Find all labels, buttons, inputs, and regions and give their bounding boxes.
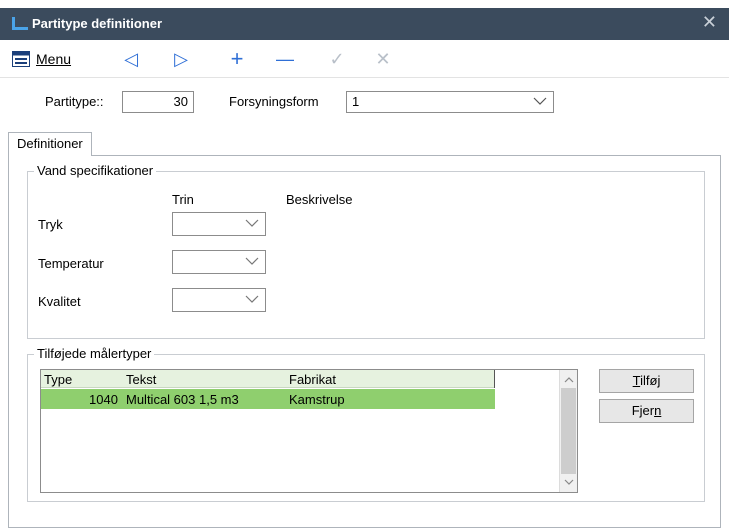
forsyningsform-select[interactable]: 1 [346,91,554,113]
maalertyper-group: Tilføjede målertyper Type Tekst Fabrikat… [27,346,705,502]
tilfoej-label-post: ilføj [640,373,661,388]
chevron-down-icon [245,295,259,303]
chevron-down-icon [533,97,547,105]
tilfoej-label-accel: T [632,373,641,388]
tryk-select[interactable] [172,212,266,236]
kvalitet-label: Kvalitet [38,294,81,309]
column-divider[interactable] [494,370,495,388]
next-button[interactable]: ▷ [170,48,192,70]
scrollbar-thumb[interactable] [561,388,576,474]
vertical-scrollbar[interactable] [559,370,577,492]
tab-panel-definitioner: Vand specifikationer Trin Beskrivelse Tr… [8,155,721,528]
minus-icon: — [276,48,294,69]
toolbar: Menu ◁ ▷ + — ✓ ✕ [0,40,729,78]
forsyningsform-value: 1 [352,94,360,109]
cancel-button[interactable]: ✕ [372,48,394,70]
title-bar: Partitype definitioner ✕ [0,8,729,40]
cell-type: 1040 [89,392,118,407]
beskrivelse-header: Beskrivelse [286,192,353,207]
table-row[interactable]: 1040 Multical 603 1,5 m3 Kamstrup [41,389,495,409]
column-header-tekst[interactable]: Tekst [126,372,156,387]
header-fields: Partitype:: 30 Forsyningsform 1 [0,78,729,128]
cancel-icon: ✕ [375,48,391,69]
plus-icon: + [230,46,244,71]
window-title: Partitype definitioner [32,16,163,31]
fjern-label-pre: Fjer [631,403,655,418]
partitype-label: Partitype:: [45,94,104,109]
check-icon: ✓ [329,48,345,69]
trin-header: Trin [172,192,194,207]
vand-specifikationer-title: Vand specifikationer [34,163,157,178]
cell-tekst: Multical 603 1,5 m3 [126,392,239,407]
close-icon[interactable]: ✕ [702,12,717,33]
menu-button[interactable]: Menu [12,48,86,70]
vand-specifikationer-group: Vand specifikationer Trin Beskrivelse Tr… [27,163,705,339]
column-header-type[interactable]: Type [44,372,72,387]
remove-button[interactable]: — [274,48,296,70]
menu-icon [12,51,30,67]
fjern-button[interactable]: Fjern [599,399,694,423]
partitype-input[interactable]: 30 [122,91,194,113]
previous-button[interactable]: ◁ [120,48,142,70]
previous-icon: ◁ [124,48,138,69]
chevron-down-icon [245,257,259,265]
scroll-up-icon[interactable] [564,376,574,383]
chevron-down-icon [245,219,259,227]
tab-definitioner[interactable]: Definitioner [8,132,92,156]
next-icon: ▷ [174,48,188,69]
maalertyper-list[interactable]: Type Tekst Fabrikat 1040 Multical 603 1,… [40,369,578,493]
list-header: Type Tekst Fabrikat [41,370,495,388]
forsyningsform-label: Forsyningsform [229,94,319,109]
maalertyper-title: Tilføjede målertyper [34,346,155,361]
temperatur-label: Temperatur [38,256,104,271]
scroll-down-icon[interactable] [564,479,574,486]
temperatur-select[interactable] [172,250,266,274]
tryk-label: Tryk [38,217,63,232]
fjern-label-accel: n [654,403,662,418]
cell-fabrikat: Kamstrup [289,392,345,407]
add-button[interactable]: + [226,46,248,71]
tilfoej-button[interactable]: Tilføj [599,369,694,393]
app-icon [12,17,28,30]
menu-label: Menu [36,51,72,67]
confirm-button[interactable]: ✓ [326,48,348,70]
column-header-fabrikat[interactable]: Fabrikat [289,372,336,387]
kvalitet-select[interactable] [172,288,266,312]
tab-container: Definitioner Vand specifikationer Trin B… [8,128,721,528]
